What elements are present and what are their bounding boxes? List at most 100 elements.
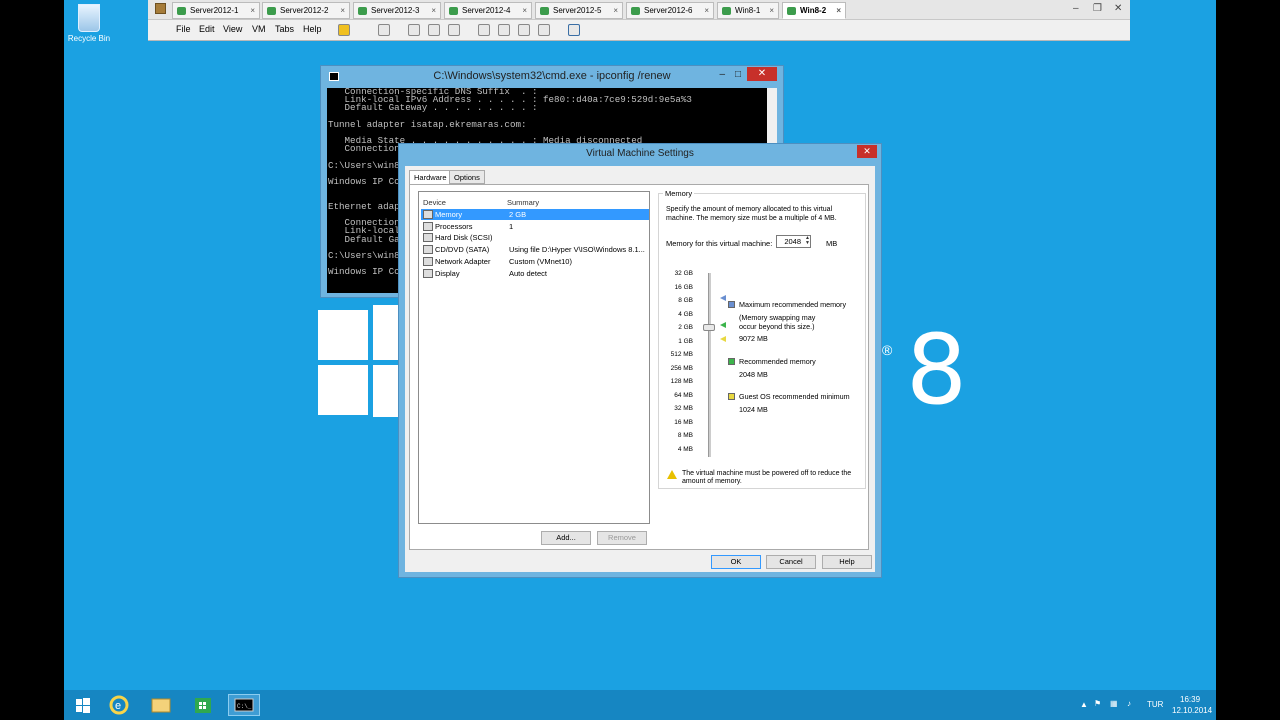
restore-icon[interactable]: ❐ [1093,3,1102,14]
tab-close-icon[interactable]: × [522,3,527,18]
close-button[interactable]: ✕ [747,67,777,81]
ok-button[interactable]: OK [711,555,761,569]
clock-time[interactable]: 16:39 [1180,695,1200,704]
list-item-memory[interactable]: Memory 2 GB [421,209,649,220]
minimize-icon[interactable]: – [1073,3,1079,14]
legend-max: Maximum recommended memory (Memory swapp… [728,300,864,343]
menu-tabs[interactable]: Tabs [275,24,294,34]
memory-slider-thumb[interactable] [703,324,715,331]
memory-stepper[interactable]: ▲ ▼ [805,236,811,247]
menu-vm[interactable]: VM [252,24,266,34]
legend-max-label: Maximum recommended memory [739,300,847,309]
sidebar-icon[interactable] [478,24,490,36]
tab-server2012-6[interactable]: Server2012-6 × [626,2,714,19]
tab-close-icon[interactable]: × [836,3,841,18]
device-summary: Using file D:\Hyper V\ISO\Windows 8.1... [509,245,645,254]
registered-mark: ® [882,342,893,358]
language-indicator[interactable]: TUR [1147,700,1163,709]
right-letterbox [1216,0,1280,720]
network-icon[interactable]: ▦ [1110,699,1118,708]
device-name: Memory [435,210,463,219]
snapshot-icon[interactable] [408,24,420,36]
network-adapter-icon [423,257,433,266]
scale-label: 16 MB [674,418,693,426]
scale-label: 4 GB [678,310,693,318]
console-view-icon[interactable] [568,24,580,36]
close-button[interactable]: ✕ [857,145,877,158]
home-icon[interactable] [155,3,166,14]
device-summary: 1 [509,222,514,231]
thumbnail-icon[interactable] [498,24,510,36]
show-hidden-icons-icon[interactable]: ▲ [1080,700,1088,709]
menu-view[interactable]: View [223,24,242,34]
windows-logo [318,305,398,417]
scale-label: 32 MB [674,405,693,412]
legend-rec-value: 2048 MB [739,370,768,379]
list-item-display[interactable]: Display Auto detect [421,268,649,279]
recommended-marker-icon [720,322,726,328]
vm-tab-strip: Server2012-1 × Server2012-2 × Server2012-3… [148,0,1130,20]
tab-label: Server2012-2 [280,6,329,15]
tab-server2012-5[interactable]: Server2012-5 × [535,2,623,19]
scale-label: 8 GB [678,297,693,304]
tab-close-icon[interactable]: × [769,3,774,18]
list-item-hard-disk[interactable]: Hard Disk (SCSI) [421,232,649,243]
tab-label: Server2012-5 [553,6,602,15]
remove-button[interactable]: Remove [597,531,647,545]
clock-date[interactable]: 12.10.2014 [1172,706,1212,715]
legend-min-label: Guest OS recommended minimum [739,392,850,401]
maximize-icon[interactable]: □ [735,69,741,80]
tab-server2012-1[interactable]: Server2012-1 × [172,2,260,19]
store-icon[interactable] [190,694,216,716]
tab-win8-2[interactable]: Win8-2 × [782,2,846,19]
warning-text: The virtual machine must be powered off … [682,470,852,485]
memory-description: Specify the amount of memory allocated t… [666,206,837,222]
cancel-button[interactable]: Cancel [766,555,816,569]
device-name: Network Adapter [435,257,491,266]
volume-icon[interactable]: ♪ [1127,699,1131,708]
menu-file[interactable]: File [176,24,191,34]
internet-explorer-icon[interactable]: e [106,694,132,716]
tab-hardware[interactable]: Hardware [409,170,452,185]
action-center-icon[interactable]: ⚑ [1094,699,1101,708]
list-item-processors[interactable]: Processors 1 [421,221,649,232]
unity-icon[interactable] [538,24,550,36]
help-button[interactable]: Help [822,555,872,569]
memory-slider-track[interactable] [708,273,711,457]
vm-icon [787,7,796,15]
tab-close-icon[interactable]: × [704,3,709,18]
tab-options[interactable]: Options [449,170,485,184]
recycle-bin[interactable]: Recycle Bin [64,4,114,43]
max-legend-icon [728,301,735,308]
revert-snapshot-icon[interactable] [428,24,440,36]
device-name: Processors [435,222,473,231]
send-keys-icon[interactable] [378,24,390,36]
tab-close-icon[interactable]: × [250,3,255,18]
list-item-network-adapter[interactable]: Network Adapter Custom (VMnet10) [421,256,649,267]
close-icon[interactable]: ✕ [1114,3,1122,14]
file-explorer-icon[interactable] [148,694,174,716]
tab-server2012-2[interactable]: Server2012-2 × [262,2,350,19]
start-button[interactable] [70,694,96,716]
cmd-taskbar-button[interactable]: C:\_ [228,694,260,716]
fullscreen-icon[interactable] [518,24,530,36]
menu-help[interactable]: Help [303,24,322,34]
minimize-icon[interactable]: – [719,69,725,80]
processor-icon [423,222,433,231]
menu-edit[interactable]: Edit [199,24,215,34]
tab-win8-1[interactable]: Win8-1 × [717,2,779,19]
tab-label: Server2012-1 [190,6,239,15]
tab-close-icon[interactable]: × [613,3,618,18]
device-list[interactable]: Device Summary Memory 2 GB Processors 1 Ha… [418,191,650,524]
pause-icon[interactable] [338,24,350,36]
tab-server2012-3[interactable]: Server2012-3 × [353,2,441,19]
tab-server2012-4[interactable]: Server2012-4 × [444,2,532,19]
dialog-body: Hardware Options Device Summary Memory 2 … [405,166,875,572]
list-item-cd-dvd[interactable]: CD/DVD (SATA) Using file D:\Hyper V\ISO\W… [421,244,649,255]
tab-close-icon[interactable]: × [340,3,345,18]
scale-label: 8 MB [677,432,693,439]
tab-close-icon[interactable]: × [431,3,436,18]
add-button[interactable]: Add... [541,531,591,545]
legend-recommended: Recommended memory 2048 MB [728,357,864,379]
snapshot-manager-icon[interactable] [448,24,460,36]
